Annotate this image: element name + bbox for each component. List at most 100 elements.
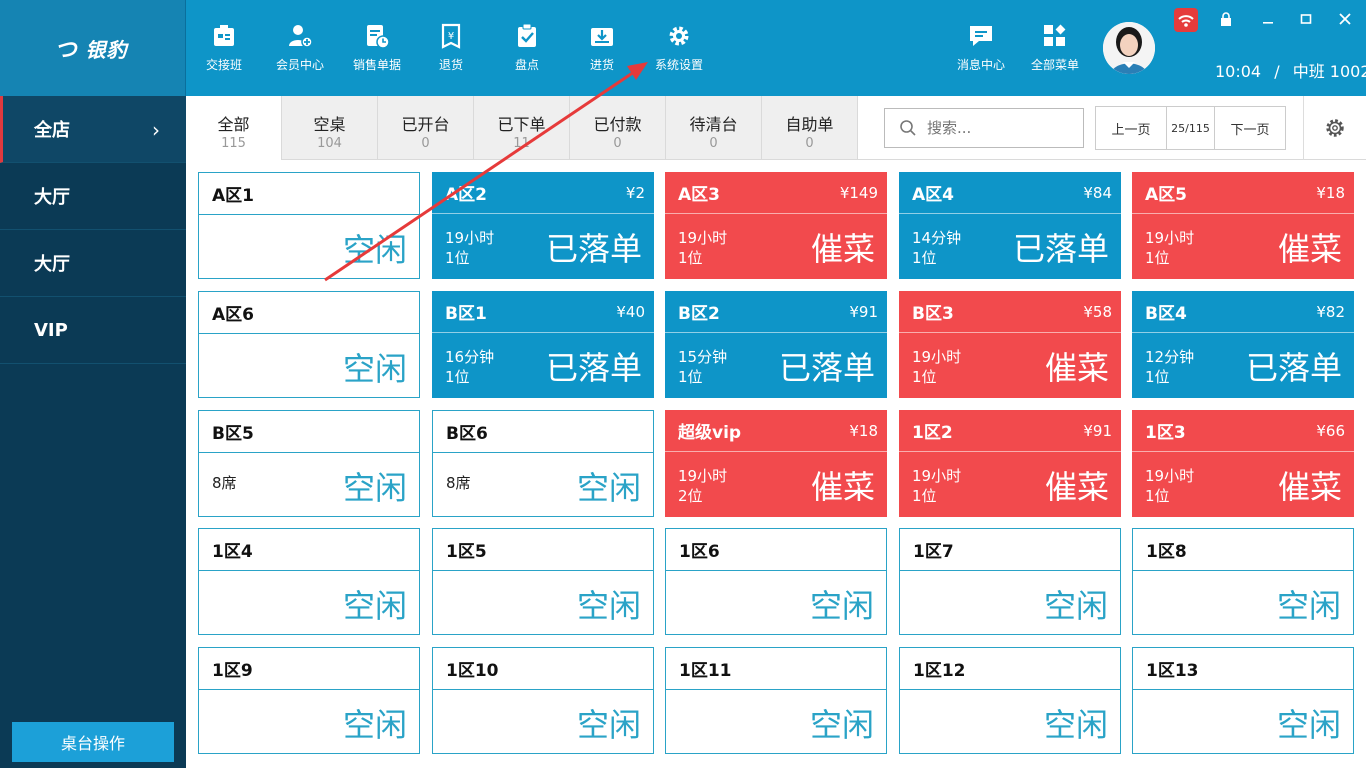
table-amount: ¥40 xyxy=(616,302,645,321)
table-card[interactable]: 1区12 空闲 xyxy=(899,647,1121,754)
table-card[interactable]: 1区5 空闲 xyxy=(432,528,654,635)
table-card[interactable]: A区3 ¥149 19小时 1位 催菜 xyxy=(665,172,887,279)
sales-receipt-button[interactable]: 销售单据 xyxy=(342,22,412,73)
table-duration: 16分钟 xyxy=(445,348,495,366)
table-amount: ¥82 xyxy=(1316,302,1345,321)
table-card[interactable]: 1区10 空闲 xyxy=(432,647,654,754)
prev-page-button[interactable]: 上一页 xyxy=(1096,107,1166,149)
table-card[interactable]: 1区7 空闲 xyxy=(899,528,1121,635)
all-menu-button[interactable]: 全部菜单 xyxy=(1020,22,1090,73)
tab-to-clear[interactable]: 待清台 0 xyxy=(666,96,762,160)
table-card[interactable]: 1区6 空闲 xyxy=(665,528,887,635)
maximize-glyph xyxy=(1300,14,1312,24)
tab-self-service[interactable]: 自助单 0 xyxy=(762,96,858,160)
table-card-header: 1区6 xyxy=(666,529,886,571)
table-amount: ¥58 xyxy=(1083,302,1112,321)
table-card[interactable]: 1区8 空闲 xyxy=(1132,528,1354,635)
table-guests: 1位 xyxy=(445,368,470,386)
tab-empty[interactable]: 空桌 104 xyxy=(282,96,378,160)
table-card-header: 1区9 xyxy=(199,648,419,690)
clock-separator: / xyxy=(1274,62,1280,81)
wifi-icon[interactable] xyxy=(1174,8,1198,32)
table-card[interactable]: B区1 ¥40 16分钟 1位 已落单 xyxy=(432,291,654,398)
table-duration: 19小时 xyxy=(678,229,728,247)
table-card[interactable]: A区5 ¥18 19小时 1位 催菜 xyxy=(1132,172,1354,279)
system-settings-button[interactable]: 系统设置 xyxy=(644,22,714,73)
table-guests: 2位 xyxy=(678,487,703,505)
table-card[interactable]: 超级vip ¥18 19小时 2位 催菜 xyxy=(665,410,887,517)
sidebar-item-vip[interactable]: VIP xyxy=(0,297,186,364)
table-card[interactable]: A区2 ¥2 19小时 1位 已落单 xyxy=(432,172,654,279)
inventory-check-button[interactable]: 盘点 xyxy=(492,22,562,73)
page-indicator: 25/115 xyxy=(1166,107,1215,149)
table-card[interactable]: A区4 ¥84 14分钟 1位 已落单 xyxy=(899,172,1121,279)
table-name: 1区11 xyxy=(679,661,732,681)
table-status: 空闲 xyxy=(1043,706,1108,744)
table-duration: 19小时 xyxy=(1145,229,1195,247)
handover-button[interactable]: 交接班 xyxy=(189,22,259,73)
tab-count: 0 xyxy=(709,136,718,151)
table-name: 1区4 xyxy=(212,542,253,562)
logo-mark: つ xyxy=(54,38,82,63)
table-card[interactable]: A区1 空闲 xyxy=(198,172,420,279)
minimize-glyph xyxy=(1263,22,1273,24)
minimize-icon[interactable] xyxy=(1256,8,1280,30)
inventory-check-icon xyxy=(518,23,536,47)
table-duration: 12分钟 xyxy=(1145,348,1195,366)
table-card-header: 1区8 xyxy=(1133,529,1353,571)
table-card[interactable]: 1区2 ¥91 19小时 1位 催菜 xyxy=(899,410,1121,517)
table-card[interactable]: 1区9 空闲 xyxy=(198,647,420,754)
table-status: 催菜 xyxy=(1044,349,1109,387)
tab-paid[interactable]: 已付款 0 xyxy=(570,96,666,160)
sidebar-item-hall-2[interactable]: 大厅 xyxy=(0,230,186,297)
table-info: 8席 xyxy=(446,473,471,493)
table-info: 16分钟 1位 xyxy=(445,347,494,387)
table-settings-button[interactable] xyxy=(1303,96,1366,160)
table-card-header: 1区5 xyxy=(433,529,653,571)
table-info: 19小时 1位 xyxy=(1145,228,1194,268)
table-card[interactable]: 1区3 ¥66 19小时 1位 催菜 xyxy=(1132,410,1354,517)
next-page-button[interactable]: 下一页 xyxy=(1215,107,1285,149)
purchase-button[interactable]: 进货 xyxy=(567,22,637,73)
tab-opened[interactable]: 已开台 0 xyxy=(378,96,474,160)
user-avatar[interactable] xyxy=(1103,22,1155,74)
table-card[interactable]: B区5 8席 空闲 xyxy=(198,410,420,517)
tab-ordered[interactable]: 已下单 11 xyxy=(474,96,570,160)
tab-count: 0 xyxy=(805,136,814,151)
tab-all[interactable]: 全部 115 xyxy=(186,96,282,160)
table-guests: 1位 xyxy=(912,487,937,505)
table-guests: 1位 xyxy=(1145,249,1170,267)
logo-text: 银豹 xyxy=(85,37,128,62)
table-card[interactable]: A区6 空闲 xyxy=(198,291,420,398)
table-card[interactable]: 1区13 空闲 xyxy=(1132,647,1354,754)
lock-icon[interactable] xyxy=(1214,8,1238,30)
handover-label: 交接班 xyxy=(205,58,242,72)
maximize-icon[interactable] xyxy=(1294,8,1318,30)
table-duration: 19小时 xyxy=(1145,467,1195,485)
search-input[interactable] xyxy=(927,119,1067,137)
return-label: 退货 xyxy=(438,58,463,72)
table-name: 1区8 xyxy=(1146,542,1187,562)
table-card[interactable]: 1区11 空闲 xyxy=(665,647,887,754)
table-card-header: B区5 xyxy=(199,411,419,453)
pager: 上一页 25/115 下一页 xyxy=(1095,106,1286,150)
table-guests: 1位 xyxy=(445,249,470,267)
table-card[interactable]: B区6 8席 空闲 xyxy=(432,410,654,517)
table-guests: 1位 xyxy=(1145,487,1170,505)
top-bar: つ 银豹 交接班 会员中心 销售单据 ¥ 退货 盘点 进货 系统设置 消息中心 … xyxy=(0,0,1366,96)
sidebar-item-all-store[interactable]: 全店 › xyxy=(0,96,186,163)
table-card[interactable]: B区3 ¥58 19小时 1位 催菜 xyxy=(899,291,1121,398)
table-card[interactable]: 1区4 空闲 xyxy=(198,528,420,635)
search-box[interactable] xyxy=(884,108,1084,148)
close-icon[interactable] xyxy=(1333,8,1357,30)
table-card[interactable]: B区4 ¥82 12分钟 1位 已落单 xyxy=(1132,291,1354,398)
table-operation-button[interactable]: 桌台操作 xyxy=(12,722,174,762)
return-button[interactable]: ¥ 退货 xyxy=(416,22,486,73)
table-card[interactable]: B区2 ¥91 15分钟 1位 已落单 xyxy=(665,291,887,398)
sidebar-item-hall[interactable]: 大厅 xyxy=(0,163,186,230)
table-duration: 19小时 xyxy=(445,229,495,247)
table-card-header: B区2 ¥91 xyxy=(665,291,887,333)
table-card-header: B区4 ¥82 xyxy=(1132,291,1354,333)
member-center-button[interactable]: 会员中心 xyxy=(265,22,335,73)
message-center-button[interactable]: 消息中心 xyxy=(946,22,1016,73)
